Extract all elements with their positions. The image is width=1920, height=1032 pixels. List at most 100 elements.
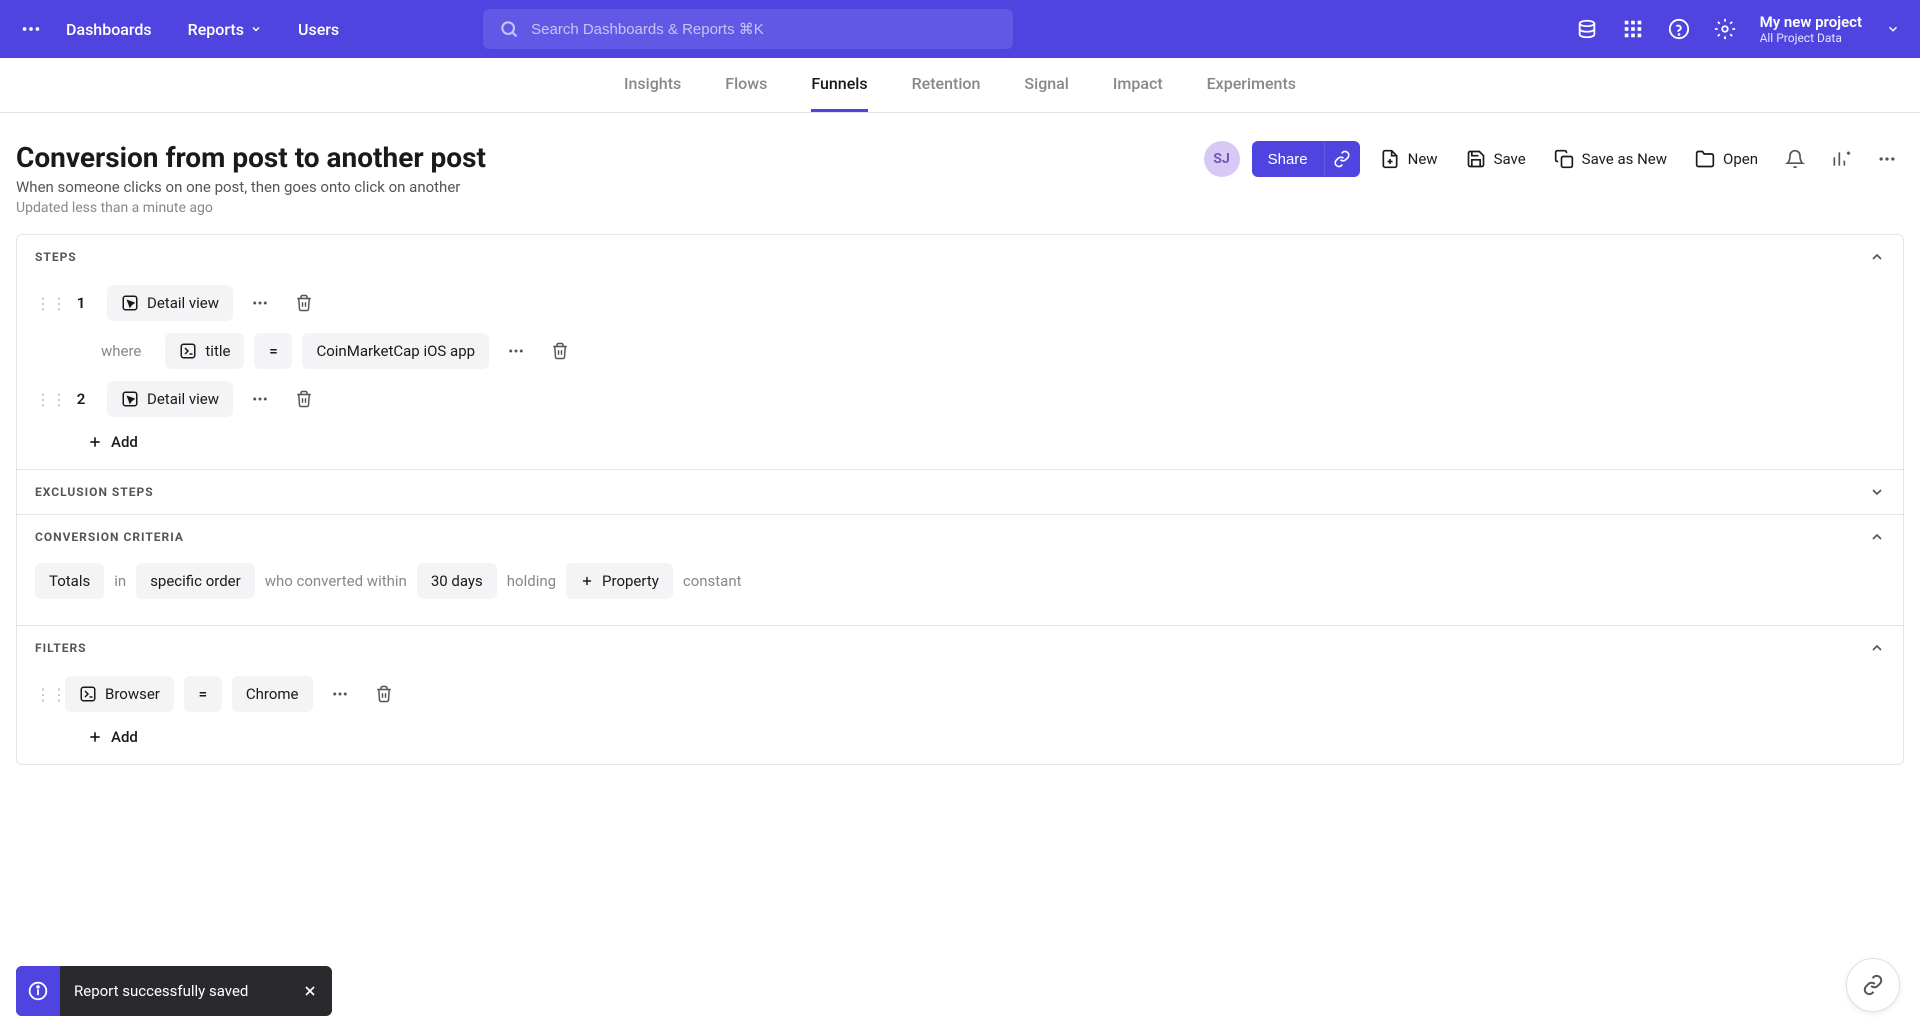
more-button[interactable] [1870, 142, 1904, 176]
trash-icon [551, 342, 569, 360]
filter-row: ⋮⋮ Browser = Chrome [35, 670, 1885, 718]
where-delete-button[interactable] [543, 342, 577, 360]
filters-header[interactable]: FILTERS [17, 626, 1903, 670]
cursor-icon [121, 390, 139, 408]
steps-title: STEPS [35, 250, 1869, 264]
tab-signal[interactable]: Signal [1024, 58, 1068, 112]
search-icon [499, 19, 519, 39]
notifications-button[interactable] [1778, 142, 1812, 176]
criteria-holding: holding [507, 572, 556, 590]
tab-experiments[interactable]: Experiments [1207, 58, 1296, 112]
criteria-order-chip[interactable]: specific order [136, 563, 255, 599]
criteria-property-chip[interactable]: Property [566, 563, 673, 599]
property-icon [79, 685, 97, 703]
cursor-icon [121, 294, 139, 312]
report-description: When someone clicks on one post, then go… [16, 178, 1204, 196]
drag-handle-icon[interactable]: ⋮⋮ [35, 685, 55, 704]
criteria-title: CONVERSION CRITERIA [35, 530, 1869, 544]
save-button[interactable]: Save [1458, 143, 1534, 175]
copy-icon [1554, 149, 1574, 169]
where-row: where title = CoinMarketCap iOS app [35, 327, 1885, 375]
trash-icon [295, 294, 313, 312]
save-icon [1466, 149, 1486, 169]
apps-icon[interactable] [1622, 18, 1644, 40]
add-step-button[interactable]: Add [35, 423, 1885, 457]
criteria-row: Totals in specific order who converted w… [35, 559, 1885, 613]
bell-icon [1785, 149, 1805, 169]
open-label: Open [1723, 150, 1758, 168]
owner-avatar[interactable]: SJ [1204, 141, 1240, 177]
filter-property-chip[interactable]: Browser [65, 676, 174, 712]
plus-icon [87, 434, 103, 450]
open-button[interactable]: Open [1687, 143, 1766, 175]
criteria-header[interactable]: CONVERSION CRITERIA [17, 515, 1903, 559]
where-operator-chip[interactable]: = [254, 333, 292, 369]
tab-funnels[interactable]: Funnels [811, 58, 867, 112]
filter-delete-button[interactable] [367, 685, 401, 703]
add-label: Add [111, 433, 138, 451]
exclusion-header[interactable]: EXCLUSION STEPS [17, 470, 1903, 514]
nav-reports-label: Reports [188, 20, 244, 39]
tab-insights[interactable]: Insights [624, 58, 681, 112]
share-button[interactable]: Share [1252, 141, 1324, 177]
folder-icon [1695, 149, 1715, 169]
tab-flows[interactable]: Flows [725, 58, 767, 112]
tab-impact[interactable]: Impact [1113, 58, 1163, 112]
where-property-chip[interactable]: title [165, 333, 244, 369]
filter-more-button[interactable] [323, 685, 357, 703]
step-row: ⋮⋮ 2 Detail view [35, 375, 1885, 423]
criteria-window-chip[interactable]: 30 days [417, 563, 497, 599]
save-as-button[interactable]: Save as New [1546, 143, 1675, 175]
criteria-property-label: Property [602, 572, 659, 590]
add-label: Add [111, 728, 138, 746]
trash-icon [295, 390, 313, 408]
chevron-down-icon[interactable] [1886, 22, 1900, 36]
link-fab[interactable] [1846, 958, 1900, 1012]
step-event-chip[interactable]: Detail view [107, 285, 233, 321]
project-sub: All Project Data [1760, 31, 1862, 45]
step-delete-button[interactable] [287, 390, 321, 408]
nav-dashboards[interactable]: Dashboards [66, 20, 152, 39]
menu-icon[interactable] [20, 18, 42, 40]
where-more-button[interactable] [499, 342, 533, 360]
new-button[interactable]: New [1372, 143, 1446, 175]
help-icon[interactable] [1668, 18, 1690, 40]
share-link-button[interactable] [1324, 141, 1360, 177]
nav-reports[interactable]: Reports [188, 20, 262, 39]
where-value-chip[interactable]: CoinMarketCap iOS app [302, 333, 489, 369]
chart-add-icon [1831, 149, 1851, 169]
drag-handle-icon[interactable]: ⋮⋮ [35, 390, 55, 409]
search-input[interactable] [531, 21, 997, 38]
drag-handle-icon[interactable]: ⋮⋮ [35, 294, 55, 313]
toast-close-button[interactable] [302, 983, 318, 999]
criteria-constant: constant [683, 572, 742, 590]
filter-operator-chip[interactable]: = [184, 676, 222, 712]
search-box[interactable] [483, 9, 1013, 49]
lexicon-icon[interactable] [1576, 18, 1598, 40]
report-updated: Updated less than a minute ago [16, 200, 1204, 216]
plus-icon [580, 574, 594, 588]
project-selector[interactable]: My new project All Project Data [1760, 13, 1862, 45]
criteria-totals-chip[interactable]: Totals [35, 563, 104, 599]
filter-property-label: Browser [105, 685, 160, 703]
step-more-button[interactable] [243, 294, 277, 312]
add-report-button[interactable] [1824, 142, 1858, 176]
where-label: where [87, 333, 155, 369]
settings-icon[interactable] [1714, 18, 1736, 40]
steps-header[interactable]: STEPS [17, 235, 1903, 279]
close-icon [302, 983, 318, 999]
toast-message: Report successfully saved [74, 982, 248, 1000]
nav-users[interactable]: Users [298, 20, 339, 39]
tab-retention[interactable]: Retention [912, 58, 981, 112]
step-event-chip[interactable]: Detail view [107, 381, 233, 417]
filter-value-chip[interactable]: Chrome [232, 676, 313, 712]
step-number: 2 [65, 390, 97, 408]
add-filter-button[interactable]: Add [35, 718, 1885, 752]
chevron-down-icon [1869, 484, 1885, 500]
more-icon [1877, 149, 1897, 169]
step-more-button[interactable] [243, 390, 277, 408]
exclusion-title: EXCLUSION STEPS [35, 485, 1869, 499]
link-icon [1862, 974, 1884, 996]
step-delete-button[interactable] [287, 294, 321, 312]
new-file-icon [1380, 149, 1400, 169]
